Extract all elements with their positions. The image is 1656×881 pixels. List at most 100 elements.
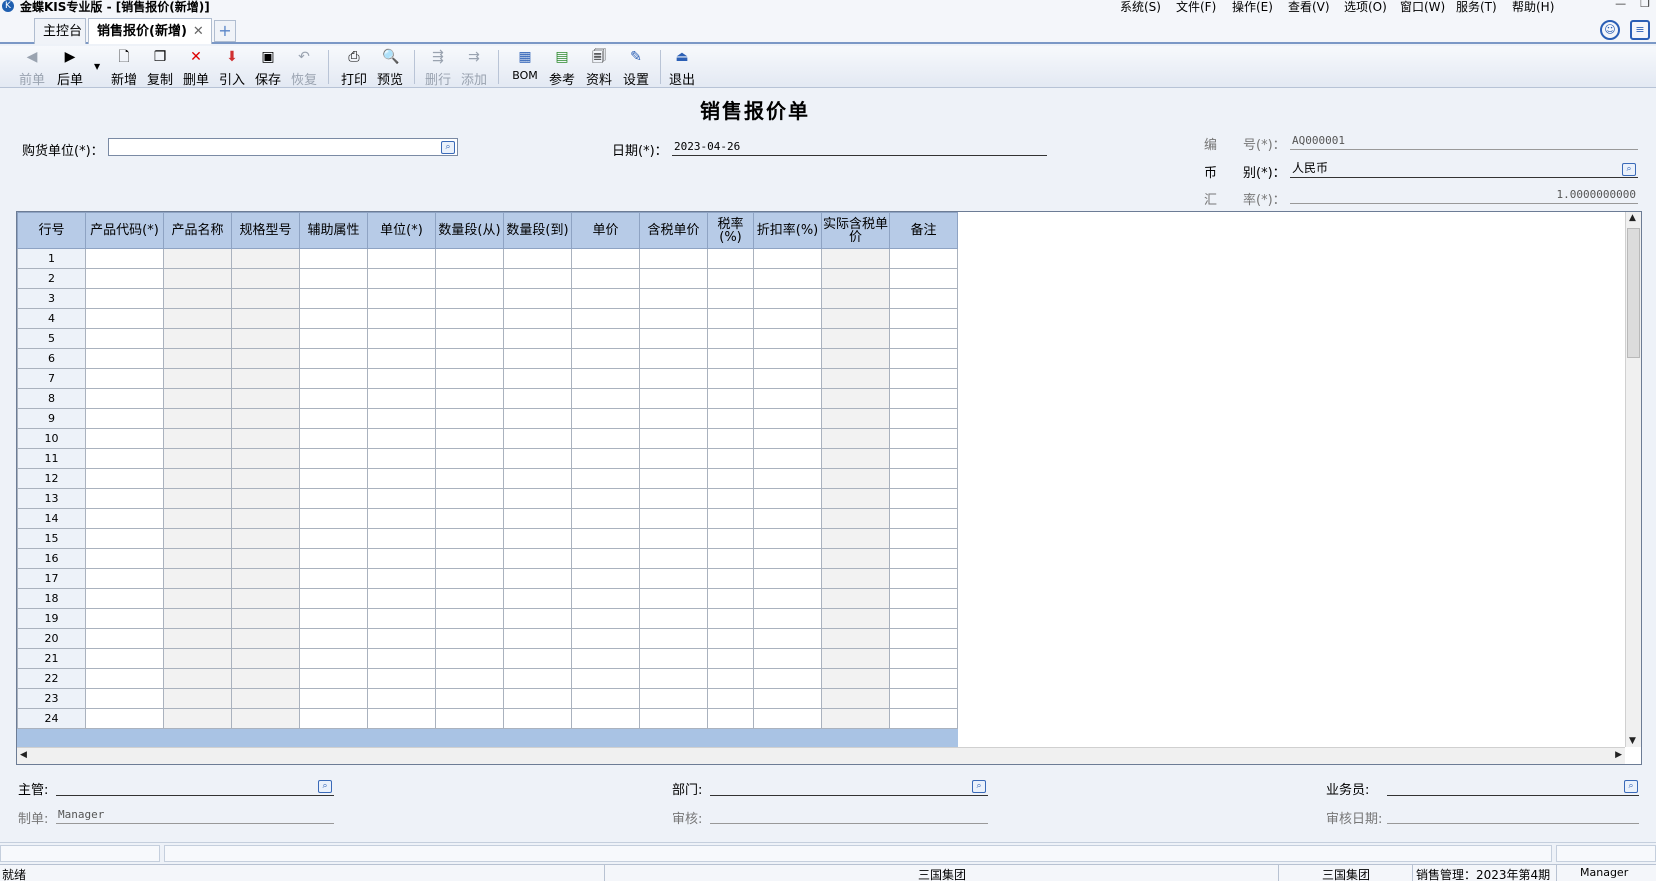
grid-cell[interactable] — [639, 288, 708, 309]
grid-cell[interactable] — [707, 608, 754, 629]
grid-cell[interactable] — [571, 688, 640, 709]
tab-sales-quote[interactable]: 销售报价(新增) ✕ — [88, 18, 212, 44]
grid-cell[interactable] — [821, 628, 890, 649]
grid-cell[interactable] — [503, 328, 572, 349]
grid-cell[interactable] — [299, 248, 368, 269]
grid-cell[interactable] — [889, 648, 958, 669]
bom-button[interactable]: ▦ BOM — [507, 49, 543, 82]
grid-cell[interactable] — [435, 688, 504, 709]
grid-cell[interactable] — [163, 708, 232, 729]
grid-cell[interactable] — [753, 328, 822, 349]
grid-cell[interactable] — [753, 528, 822, 549]
grid-cell[interactable] — [435, 328, 504, 349]
grid-cell[interactable] — [639, 428, 708, 449]
grid-cell[interactable] — [889, 428, 958, 449]
add-tab-icon[interactable]: + — [214, 20, 236, 42]
grid-cell[interactable] — [299, 268, 368, 289]
grid-cell[interactable] — [85, 508, 164, 529]
grid-cell[interactable] — [231, 648, 300, 669]
grid-cell[interactable] — [367, 368, 436, 389]
grid-cell[interactable] — [435, 528, 504, 549]
grid-cell[interactable] — [299, 428, 368, 449]
grid-cell[interactable] — [821, 428, 890, 449]
grid-cell[interactable] — [435, 288, 504, 309]
grid-cell[interactable] — [571, 548, 640, 569]
grid-cell[interactable] — [163, 408, 232, 429]
vertical-scrollbar[interactable]: ▲ ▼ — [1625, 212, 1641, 747]
add-row-button[interactable]: ⇉ 添加 — [456, 49, 492, 88]
print-button[interactable]: ⎙ 打印 — [336, 49, 372, 88]
grid-cell[interactable] — [571, 568, 640, 589]
grid-cell[interactable] — [367, 528, 436, 549]
grid-cell[interactable] — [163, 488, 232, 509]
grid-cell[interactable] — [85, 528, 164, 549]
grid-cell[interactable] — [435, 668, 504, 689]
delete-button[interactable]: ✕ 删单 — [178, 49, 214, 88]
grid-cell[interactable] — [707, 548, 754, 569]
grid-cell[interactable] — [707, 268, 754, 289]
next-button[interactable]: ▶ 后单 — [52, 49, 88, 88]
grid-cell[interactable] — [889, 368, 958, 389]
grid-cell[interactable] — [707, 468, 754, 489]
exit-button[interactable]: ⏏ 退出 — [664, 49, 700, 88]
grid-cell[interactable] — [367, 648, 436, 669]
grid-cell[interactable] — [231, 428, 300, 449]
smiley-icon[interactable]: ☺ — [1600, 20, 1620, 40]
grid-cell[interactable] — [85, 268, 164, 289]
grid-cell[interactable] — [889, 608, 958, 629]
grid-cell[interactable] — [231, 548, 300, 569]
grid-cell[interactable] — [571, 528, 640, 549]
column-header[interactable]: 行号 — [17, 212, 86, 249]
grid-cell[interactable] — [503, 508, 572, 529]
grid-cell[interactable] — [639, 388, 708, 409]
grid-cell[interactable] — [231, 488, 300, 509]
grid-cell[interactable] — [707, 348, 754, 369]
menu-file[interactable]: 文件(F) — [1176, 0, 1232, 15]
grid-cell[interactable] — [753, 648, 822, 669]
grid-cell[interactable] — [503, 628, 572, 649]
grid-cell[interactable] — [753, 288, 822, 309]
grid-cell[interactable] — [889, 588, 958, 609]
menu-help[interactable]: 帮助(H) — [1512, 0, 1568, 15]
grid-cell[interactable] — [231, 628, 300, 649]
material-button[interactable]: 🗐 资料 — [581, 49, 617, 88]
grid-cell[interactable] — [639, 508, 708, 529]
grid-cell[interactable] — [639, 548, 708, 569]
grid-cell[interactable] — [571, 268, 640, 289]
grid-cell[interactable] — [821, 528, 890, 549]
column-header[interactable]: 税率(%) — [707, 212, 754, 249]
grid-cell[interactable] — [503, 648, 572, 669]
grid-cell[interactable] — [163, 608, 232, 629]
grid-cell[interactable] — [435, 388, 504, 409]
grid-cell[interactable] — [231, 568, 300, 589]
grid-cell[interactable] — [163, 548, 232, 569]
grid-cell[interactable] — [753, 428, 822, 449]
grid-cell[interactable] — [299, 548, 368, 569]
grid-cell[interactable] — [707, 428, 754, 449]
column-header[interactable]: 数量段(从) — [435, 212, 504, 249]
grid-cell[interactable] — [571, 428, 640, 449]
currency-lookup-icon[interactable]: ⌕ — [1622, 163, 1636, 176]
grid-cell[interactable] — [889, 488, 958, 509]
grid-cell[interactable] — [503, 588, 572, 609]
grid-cell[interactable] — [503, 488, 572, 509]
grid-cell[interactable] — [299, 388, 368, 409]
grid-cell[interactable] — [503, 608, 572, 629]
grid-cell[interactable] — [503, 528, 572, 549]
grid-cell[interactable] — [889, 528, 958, 549]
grid-cell[interactable] — [367, 568, 436, 589]
grid-cell[interactable] — [707, 648, 754, 669]
copy-button[interactable]: ❐ 复制 — [142, 49, 178, 88]
grid-cell[interactable] — [85, 628, 164, 649]
grid-cell[interactable] — [299, 648, 368, 669]
grid-cell[interactable] — [163, 628, 232, 649]
grid-cell[interactable] — [707, 528, 754, 549]
date-field[interactable]: 2023-04-26 — [672, 138, 1047, 156]
grid-cell[interactable] — [707, 308, 754, 329]
grid-cell[interactable] — [85, 408, 164, 429]
grid-cell[interactable] — [503, 448, 572, 469]
grid-cell[interactable] — [639, 648, 708, 669]
grid-cell[interactable] — [231, 468, 300, 489]
grid-cell[interactable] — [367, 428, 436, 449]
number-field[interactable]: AQ000001 — [1290, 132, 1638, 150]
